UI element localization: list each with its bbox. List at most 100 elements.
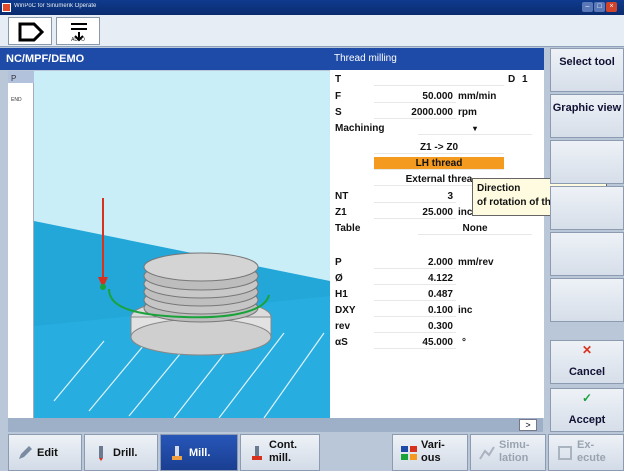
parameter-form: T D 1 F 50.000 mm/min S 2000.000 rpm Mac… bbox=[330, 70, 544, 418]
cancel-button[interactable]: ✕ Cancel bbox=[550, 340, 624, 384]
f-input[interactable]: 50.000 bbox=[374, 90, 456, 103]
execute-button[interactable]: Ex- ecute bbox=[548, 434, 624, 471]
various-button[interactable]: Vari- ous bbox=[392, 434, 468, 471]
softkey-empty-6[interactable] bbox=[550, 278, 624, 322]
diameter-label: Ø bbox=[335, 273, 343, 284]
various-line-2: ous bbox=[421, 452, 441, 464]
simulation-line-1: Simu- bbox=[499, 439, 530, 451]
z1-unit: inc bbox=[458, 207, 473, 218]
alpha-s-unit: ° bbox=[462, 337, 466, 348]
maximize-button[interactable]: □ bbox=[594, 2, 605, 12]
param-row-direction: Z1 -> Z0 bbox=[330, 141, 544, 154]
param-row-alpha-s: αS 45.000 ° bbox=[330, 336, 544, 349]
form-title: Thread milling bbox=[330, 48, 544, 70]
minimize-button[interactable]: – bbox=[582, 2, 593, 12]
p-unit: mm/rev bbox=[458, 257, 494, 268]
auto-mode-label: AUTO bbox=[71, 37, 85, 43]
alpha-s-label: αS bbox=[335, 337, 348, 348]
execute-label: Ex- ecute bbox=[577, 439, 606, 465]
h1-label: H1 bbox=[335, 289, 348, 300]
dxy-label: DXY bbox=[335, 305, 356, 316]
f-unit: mm/min bbox=[458, 91, 497, 102]
param-row-s: S 2000.000 rpm bbox=[330, 106, 544, 119]
contour-mill-line-1: Cont. bbox=[269, 439, 298, 451]
param-row-diameter: Ø 4.122 bbox=[330, 272, 544, 285]
cancel-label: Cancel bbox=[568, 366, 606, 378]
accept-button[interactable]: ✓ Accept bbox=[550, 388, 624, 432]
rev-input[interactable]: 0.300 bbox=[374, 320, 456, 333]
s-label: S bbox=[335, 107, 342, 118]
start-point-marker bbox=[100, 284, 106, 290]
param-row-h1: H1 0.487 bbox=[330, 288, 544, 301]
param-row-rev: rev 0.300 bbox=[330, 320, 544, 333]
threaded-stud bbox=[143, 252, 259, 323]
various-line-1: Vari- bbox=[421, 439, 445, 451]
simulation-button[interactable]: Simu- lation bbox=[470, 434, 546, 471]
param-row-f: F 50.000 mm/min bbox=[330, 90, 544, 103]
param-row-p: P 2.000 mm/rev bbox=[330, 256, 544, 269]
simulation-label: Simu- lation bbox=[499, 439, 530, 465]
softkey-empty-4[interactable] bbox=[550, 186, 624, 230]
reset-mode-button[interactable] bbox=[8, 17, 52, 45]
various-label: Vari- ous bbox=[421, 439, 445, 465]
diameter-input[interactable]: 4.122 bbox=[374, 272, 456, 285]
program-path: NC/MPF/DEMO bbox=[0, 48, 330, 70]
contour-mill-button[interactable]: Cont. mill. bbox=[240, 434, 320, 471]
cylinder-base-bottom bbox=[130, 318, 272, 356]
milling-direction-select[interactable]: Z1 -> Z0 bbox=[374, 141, 504, 154]
t-input[interactable] bbox=[374, 73, 504, 86]
app-icon bbox=[2, 3, 11, 12]
close-button[interactable]: × bbox=[606, 2, 617, 12]
simulation-icon bbox=[479, 446, 495, 460]
f-label: F bbox=[335, 91, 342, 102]
pencil-icon bbox=[19, 446, 32, 459]
softkey-empty-5[interactable] bbox=[550, 232, 624, 276]
p-input[interactable]: 2.000 bbox=[374, 256, 456, 269]
drill-icon bbox=[99, 446, 103, 461]
alpha-s-input[interactable]: 45.000 bbox=[374, 336, 456, 349]
table-select[interactable]: None bbox=[418, 222, 532, 235]
contour-mill-line-2: mill. bbox=[269, 452, 292, 464]
window-title-bar: WinPoC for Sinumerik Operate – □ × bbox=[0, 0, 624, 15]
s-input[interactable]: 2000.000 bbox=[374, 106, 456, 119]
z1-input[interactable]: 25.000 bbox=[374, 206, 456, 219]
thread-milling-illustration bbox=[34, 198, 330, 418]
mill-icon bbox=[172, 446, 182, 460]
window-title: WinPoC for Sinumerik Operate bbox=[14, 3, 97, 9]
d-label: D bbox=[508, 74, 516, 85]
softkey-empty-3[interactable] bbox=[550, 140, 624, 184]
thread-graphic-view bbox=[34, 71, 330, 418]
edit-label: Edit bbox=[37, 447, 58, 459]
rev-label: rev bbox=[335, 321, 351, 332]
program-block-end[interactable]: END bbox=[11, 97, 22, 103]
auto-mode-button[interactable]: AUTO bbox=[56, 17, 100, 45]
drill-button[interactable]: Drill. bbox=[84, 434, 158, 471]
cancel-x-icon: ✕ bbox=[581, 343, 593, 357]
select-tool-label: Select tool bbox=[559, 56, 615, 68]
execute-line-2: ecute bbox=[577, 452, 606, 464]
next-softkeys-button[interactable]: > bbox=[519, 419, 537, 431]
edit-button[interactable]: Edit bbox=[8, 434, 82, 471]
nt-input[interactable]: 3 bbox=[374, 190, 456, 203]
nt-label: NT bbox=[335, 191, 349, 202]
param-row-machining: Machining ▾ bbox=[330, 122, 544, 135]
execute-line-1: Ex- bbox=[577, 439, 595, 451]
dxy-unit: inc bbox=[458, 305, 473, 316]
accept-check-icon: ✓ bbox=[581, 391, 593, 405]
machining-select[interactable]: ▾ bbox=[418, 122, 532, 135]
h1-input[interactable]: 0.487 bbox=[374, 288, 456, 301]
various-icon bbox=[401, 446, 417, 460]
d-value[interactable]: 1 bbox=[522, 73, 528, 86]
program-block-p[interactable]: P bbox=[11, 74, 16, 83]
sinumerik-screen: WinPoC for Sinumerik Operate – □ × AUTO … bbox=[0, 0, 624, 471]
t-label: T bbox=[335, 74, 342, 85]
s-unit: rpm bbox=[458, 107, 477, 118]
thread-rotation-select[interactable]: LH thread bbox=[374, 157, 504, 170]
mill-button[interactable]: Mill. bbox=[160, 434, 238, 471]
simulation-line-2: lation bbox=[499, 452, 529, 464]
mill-label: Mill. bbox=[189, 447, 211, 459]
param-row-dxy: DXY 0.100 inc bbox=[330, 304, 544, 317]
select-tool-button[interactable]: Select tool bbox=[550, 48, 624, 92]
graphic-view-button[interactable]: Graphic view bbox=[550, 94, 624, 138]
dxy-input[interactable]: 0.100 bbox=[374, 304, 456, 317]
